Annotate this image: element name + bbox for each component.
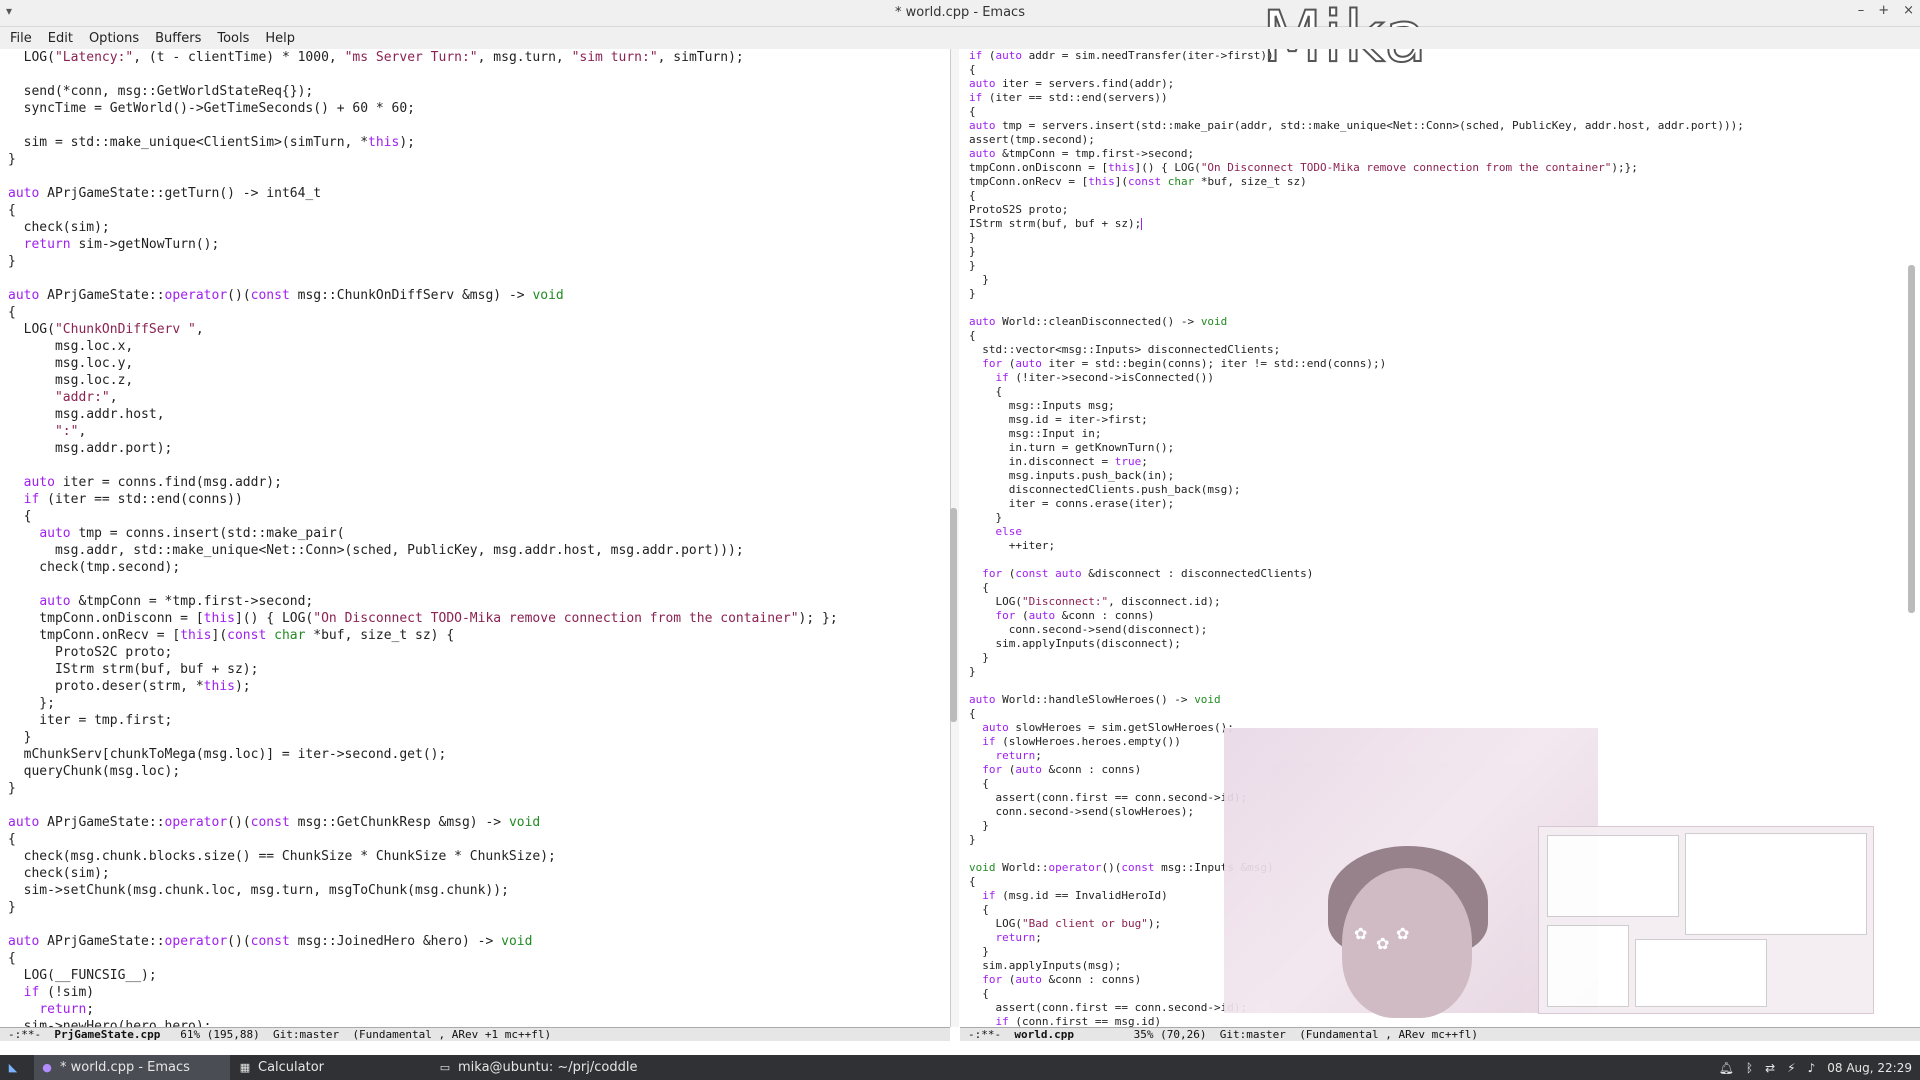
modeline-filename[interactable]: PrjGameState.cpp: [54, 1028, 160, 1041]
taskbar: ◣ ● * world.cpp - Emacs ▦ Calculator ▭ m…: [0, 1055, 1920, 1080]
preview-window: [1547, 835, 1679, 917]
left-scrollbar[interactable]: [950, 508, 957, 722]
preview-window: [1547, 925, 1629, 1007]
network-icon[interactable]: ⇄: [1765, 1061, 1775, 1075]
webcam-person-face: [1342, 868, 1472, 1018]
calculator-icon: ▦: [239, 1061, 251, 1074]
left-editor-pane[interactable]: LOG("Latency:", (t - clientTime) * 1000,…: [0, 49, 948, 1027]
power-icon[interactable]: ⚡︎: [1787, 1061, 1795, 1075]
maximize-button[interactable]: +: [1878, 3, 1889, 18]
menu-tools[interactable]: Tools: [217, 31, 249, 46]
bluetooth-icon[interactable]: ᛒ: [1746, 1061, 1753, 1075]
taskbar-item-label: Calculator: [258, 1060, 325, 1075]
bell-icon[interactable]: 🔔︎: [1719, 1061, 1734, 1075]
start-menu-button[interactable]: ◣: [6, 1055, 26, 1080]
taskbar-item-label: mika@ubuntu: ~/prj/coddle: [458, 1060, 638, 1075]
flower-sticker-icon: ✿: [1376, 934, 1390, 953]
modeline-status: -:**-: [968, 1028, 1002, 1041]
preview-window: [1635, 939, 1767, 1007]
start-menu-icon: ◣: [8, 1061, 18, 1074]
flower-sticker-icon: ✿: [1354, 924, 1368, 943]
modeline-position: 35% (70,26): [1133, 1028, 1207, 1041]
taskbar-item-calculator[interactable]: ▦ Calculator: [238, 1055, 418, 1080]
screen-preview-thumbnail: [1538, 826, 1874, 1014]
text-cursor: [1141, 218, 1143, 230]
taskbar-item-terminal[interactable]: ▭ mika@ubuntu: ~/prj/coddle: [438, 1055, 698, 1080]
menu-edit[interactable]: Edit: [48, 31, 73, 46]
menu-buffers[interactable]: Buffers: [155, 31, 201, 46]
taskbar-item-label: * world.cpp - Emacs: [60, 1060, 190, 1075]
menu-file[interactable]: File: [10, 31, 32, 46]
minimize-button[interactable]: –: [1858, 3, 1865, 18]
modeline-filename[interactable]: world.cpp: [1014, 1028, 1074, 1041]
emacs-icon: ●: [42, 1061, 52, 1074]
taskbar-item-emacs[interactable]: ● * world.cpp - Emacs: [34, 1055, 230, 1080]
modeline-status: -:**-: [8, 1028, 42, 1041]
terminal-icon: ▭: [439, 1061, 451, 1074]
echo-area: [0, 1042, 1920, 1055]
window-title: * world.cpp - Emacs: [895, 5, 1025, 20]
preview-window: [1685, 833, 1867, 935]
close-button[interactable]: ×: [1903, 3, 1914, 18]
left-code[interactable]: LOG("Latency:", (t - clientTime) * 1000,…: [0, 49, 948, 1027]
right-scrollbar[interactable]: [1908, 265, 1915, 613]
menu-options[interactable]: Options: [89, 31, 139, 46]
flower-sticker-icon: ✿: [1396, 924, 1410, 943]
clock[interactable]: 08 Aug, 22:29: [1827, 1061, 1912, 1075]
volume-icon[interactable]: ♪: [1808, 1061, 1816, 1075]
menu-bar: File Edit Options Buffers Tools Help: [0, 27, 1920, 49]
modeline-vc[interactable]: Git:master: [273, 1028, 339, 1041]
right-mode-line: -:**- world.cpp 35% (70,26) Git:master (…: [960, 1027, 1920, 1041]
menu-help[interactable]: Help: [265, 31, 295, 46]
modeline-modes[interactable]: (Fundamental , ARev mc++fl): [1299, 1028, 1478, 1041]
modeline-vc[interactable]: Git:master: [1220, 1028, 1286, 1041]
modeline-position: 61% (195,88): [180, 1028, 260, 1041]
system-tray: 🔔︎ ᛒ ⇄ ⚡︎ ♪ 08 Aug, 22:29: [1719, 1055, 1912, 1080]
modeline-modes[interactable]: (Fundamental , ARev +1 mc++fl): [352, 1028, 551, 1041]
title-bar: ▾ * world.cpp - Emacs – + ×: [0, 0, 1920, 27]
left-mode-line: -:**- PrjGameState.cpp 61% (195,88) Git:…: [0, 1027, 950, 1041]
